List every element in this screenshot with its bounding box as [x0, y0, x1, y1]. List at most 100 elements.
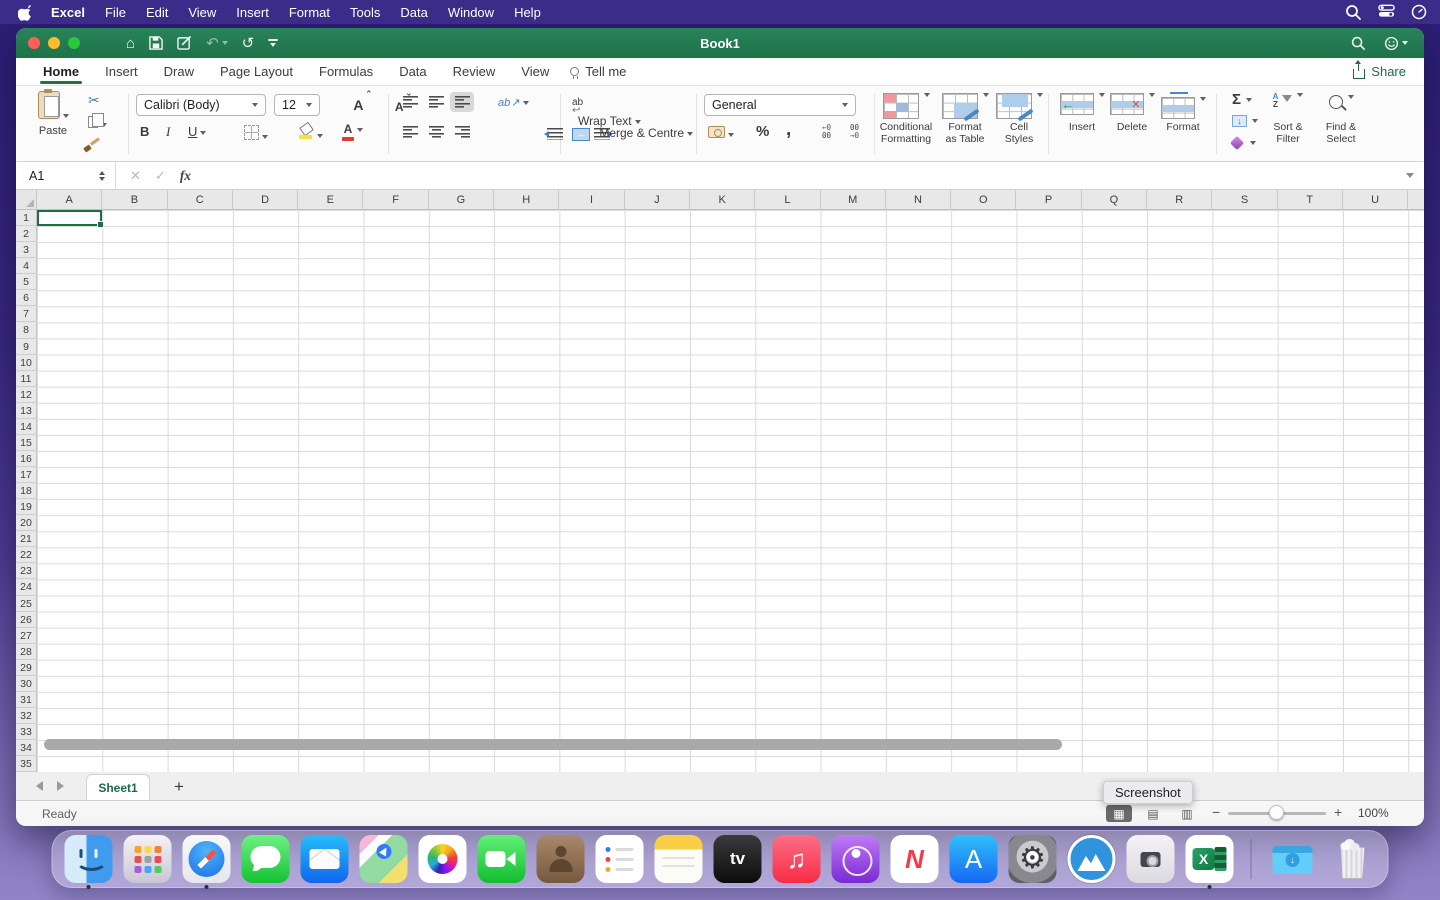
- menu-format[interactable]: Format: [279, 5, 340, 20]
- feedback-smiley-icon[interactable]: [1384, 36, 1408, 51]
- orientation-button[interactable]: ab: [498, 95, 529, 109]
- underline-button[interactable]: U: [188, 124, 206, 139]
- tab-page-layout[interactable]: Page Layout: [207, 58, 306, 85]
- dock-screenshot-icon[interactable]: [1127, 835, 1175, 883]
- home-icon[interactable]: ⌂: [126, 36, 135, 51]
- zoom-window-button[interactable]: [68, 37, 80, 49]
- align-bottom-button[interactable]: [450, 92, 474, 112]
- italic-button[interactable]: I: [166, 124, 170, 140]
- dock-mountains-icon[interactable]: [1068, 835, 1116, 883]
- merge-centre-button[interactable]: Merge & Centre: [572, 126, 693, 141]
- dock-excel-icon[interactable]: [1186, 835, 1234, 883]
- accounting-format-button[interactable]: [708, 126, 734, 141]
- column-header-L[interactable]: L: [755, 190, 820, 210]
- row-header-7[interactable]: 7: [16, 306, 37, 322]
- format-cells-button[interactable]: Format: [1158, 91, 1208, 134]
- column-header-E[interactable]: E: [298, 190, 363, 210]
- row-header-13[interactable]: 13: [16, 403, 37, 419]
- column-header-O[interactable]: O: [951, 190, 1016, 210]
- row-header-25[interactable]: 25: [16, 596, 37, 612]
- dock-facetime-icon[interactable]: [478, 835, 526, 883]
- redo-icon[interactable]: ↺: [242, 36, 255, 51]
- apple-menu-icon[interactable]: [18, 4, 33, 20]
- row-header-31[interactable]: 31: [16, 692, 37, 708]
- menu-window[interactable]: Window: [438, 5, 504, 20]
- column-header-J[interactable]: J: [625, 190, 690, 210]
- dock-maps-icon[interactable]: [360, 835, 408, 883]
- column-header-T[interactable]: T: [1278, 190, 1343, 210]
- comma-style-button[interactable]: ,: [786, 125, 791, 135]
- column-header-I[interactable]: I: [559, 190, 624, 210]
- column-header-N[interactable]: N: [886, 190, 951, 210]
- decrease-indent-icon[interactable]: [547, 128, 563, 140]
- horizontal-scrollbar[interactable]: [44, 739, 1062, 750]
- row-header-34[interactable]: 34: [16, 740, 37, 756]
- selected-cell-A1[interactable]: [37, 210, 102, 226]
- cells-area[interactable]: [37, 210, 1424, 772]
- cell-styles-button[interactable]: CellStyles: [994, 91, 1044, 145]
- tab-formulas[interactable]: Formulas: [306, 58, 386, 85]
- active-app-name[interactable]: Excel: [51, 5, 85, 20]
- insert-function-button[interactable]: fx: [180, 168, 191, 184]
- format-painter-icon[interactable]: [84, 138, 100, 152]
- column-header-P[interactable]: P: [1016, 190, 1081, 210]
- dock-news-icon[interactable]: [891, 835, 939, 883]
- dock-messages-icon[interactable]: [242, 835, 290, 883]
- number-format-select[interactable]: General: [704, 94, 856, 116]
- row-header-28[interactable]: 28: [16, 644, 37, 660]
- copy-icon[interactable]: [88, 116, 107, 131]
- menu-view[interactable]: View: [178, 5, 226, 20]
- row-header-11[interactable]: 11: [16, 371, 37, 387]
- borders-button[interactable]: [244, 125, 268, 143]
- menu-insert[interactable]: Insert: [226, 5, 279, 20]
- increase-decimal-icon[interactable]: ←0 00: [822, 124, 831, 140]
- select-all-corner[interactable]: [16, 190, 37, 210]
- dock-finder-icon[interactable]: [65, 835, 113, 883]
- dock-music-icon[interactable]: [773, 835, 821, 883]
- row-header-20[interactable]: 20: [16, 515, 37, 531]
- column-header-K[interactable]: K: [690, 190, 755, 210]
- tab-review[interactable]: Review: [440, 58, 509, 85]
- dock-mail-icon[interactable]: [301, 835, 349, 883]
- dock-reminders-icon[interactable]: [596, 835, 644, 883]
- align-top-button[interactable]: [398, 92, 422, 112]
- percent-style-button[interactable]: %: [756, 123, 769, 140]
- row-header-8[interactable]: 8: [16, 322, 37, 338]
- menu-tools[interactable]: Tools: [340, 5, 390, 20]
- enter-icon[interactable]: [155, 168, 166, 184]
- menu-data[interactable]: Data: [390, 5, 437, 20]
- column-header-R[interactable]: R: [1147, 190, 1212, 210]
- increase-font-size-icon[interactable]: [353, 97, 363, 113]
- menu-edit[interactable]: Edit: [136, 5, 178, 20]
- autosum-button[interactable]: Σ: [1232, 91, 1252, 108]
- row-header-19[interactable]: 19: [16, 499, 37, 515]
- tell-me-button[interactable]: Tell me: [570, 64, 626, 79]
- dock-launchpad-icon[interactable]: [124, 835, 172, 883]
- customize-toolbar-icon[interactable]: [268, 39, 278, 47]
- cut-icon[interactable]: [88, 92, 100, 109]
- page-layout-view-button[interactable]: [1140, 805, 1166, 822]
- tab-view[interactable]: View: [508, 58, 562, 85]
- conditional-formatting-button[interactable]: ConditionalFormatting: [876, 91, 936, 145]
- column-header-B[interactable]: B: [102, 190, 167, 210]
- column-header-C[interactable]: C: [168, 190, 233, 210]
- tab-draw[interactable]: Draw: [151, 58, 207, 85]
- column-header-Q[interactable]: Q: [1082, 190, 1147, 210]
- undo-icon[interactable]: ↶: [206, 36, 228, 51]
- tab-data[interactable]: Data: [386, 58, 439, 85]
- title-bar[interactable]: ⌂ ↶ ↺ Book1: [16, 28, 1424, 58]
- row-header-3[interactable]: 3: [16, 242, 37, 258]
- dock-safari-icon[interactable]: [183, 835, 231, 883]
- align-left-button[interactable]: [398, 122, 422, 142]
- row-header-2[interactable]: 2: [16, 226, 37, 242]
- row-header-16[interactable]: 16: [16, 451, 37, 467]
- row-header-27[interactable]: 27: [16, 628, 37, 644]
- row-header-30[interactable]: 30: [16, 676, 37, 692]
- row-header-29[interactable]: 29: [16, 660, 37, 676]
- previous-sheet-icon[interactable]: [36, 781, 43, 791]
- dock-settings-icon[interactable]: [1009, 835, 1057, 883]
- add-sheet-button[interactable]: +: [174, 778, 184, 795]
- edit-icon[interactable]: [177, 36, 192, 50]
- find-select-button[interactable]: Find &Select: [1316, 91, 1366, 145]
- row-header-22[interactable]: 22: [16, 547, 37, 563]
